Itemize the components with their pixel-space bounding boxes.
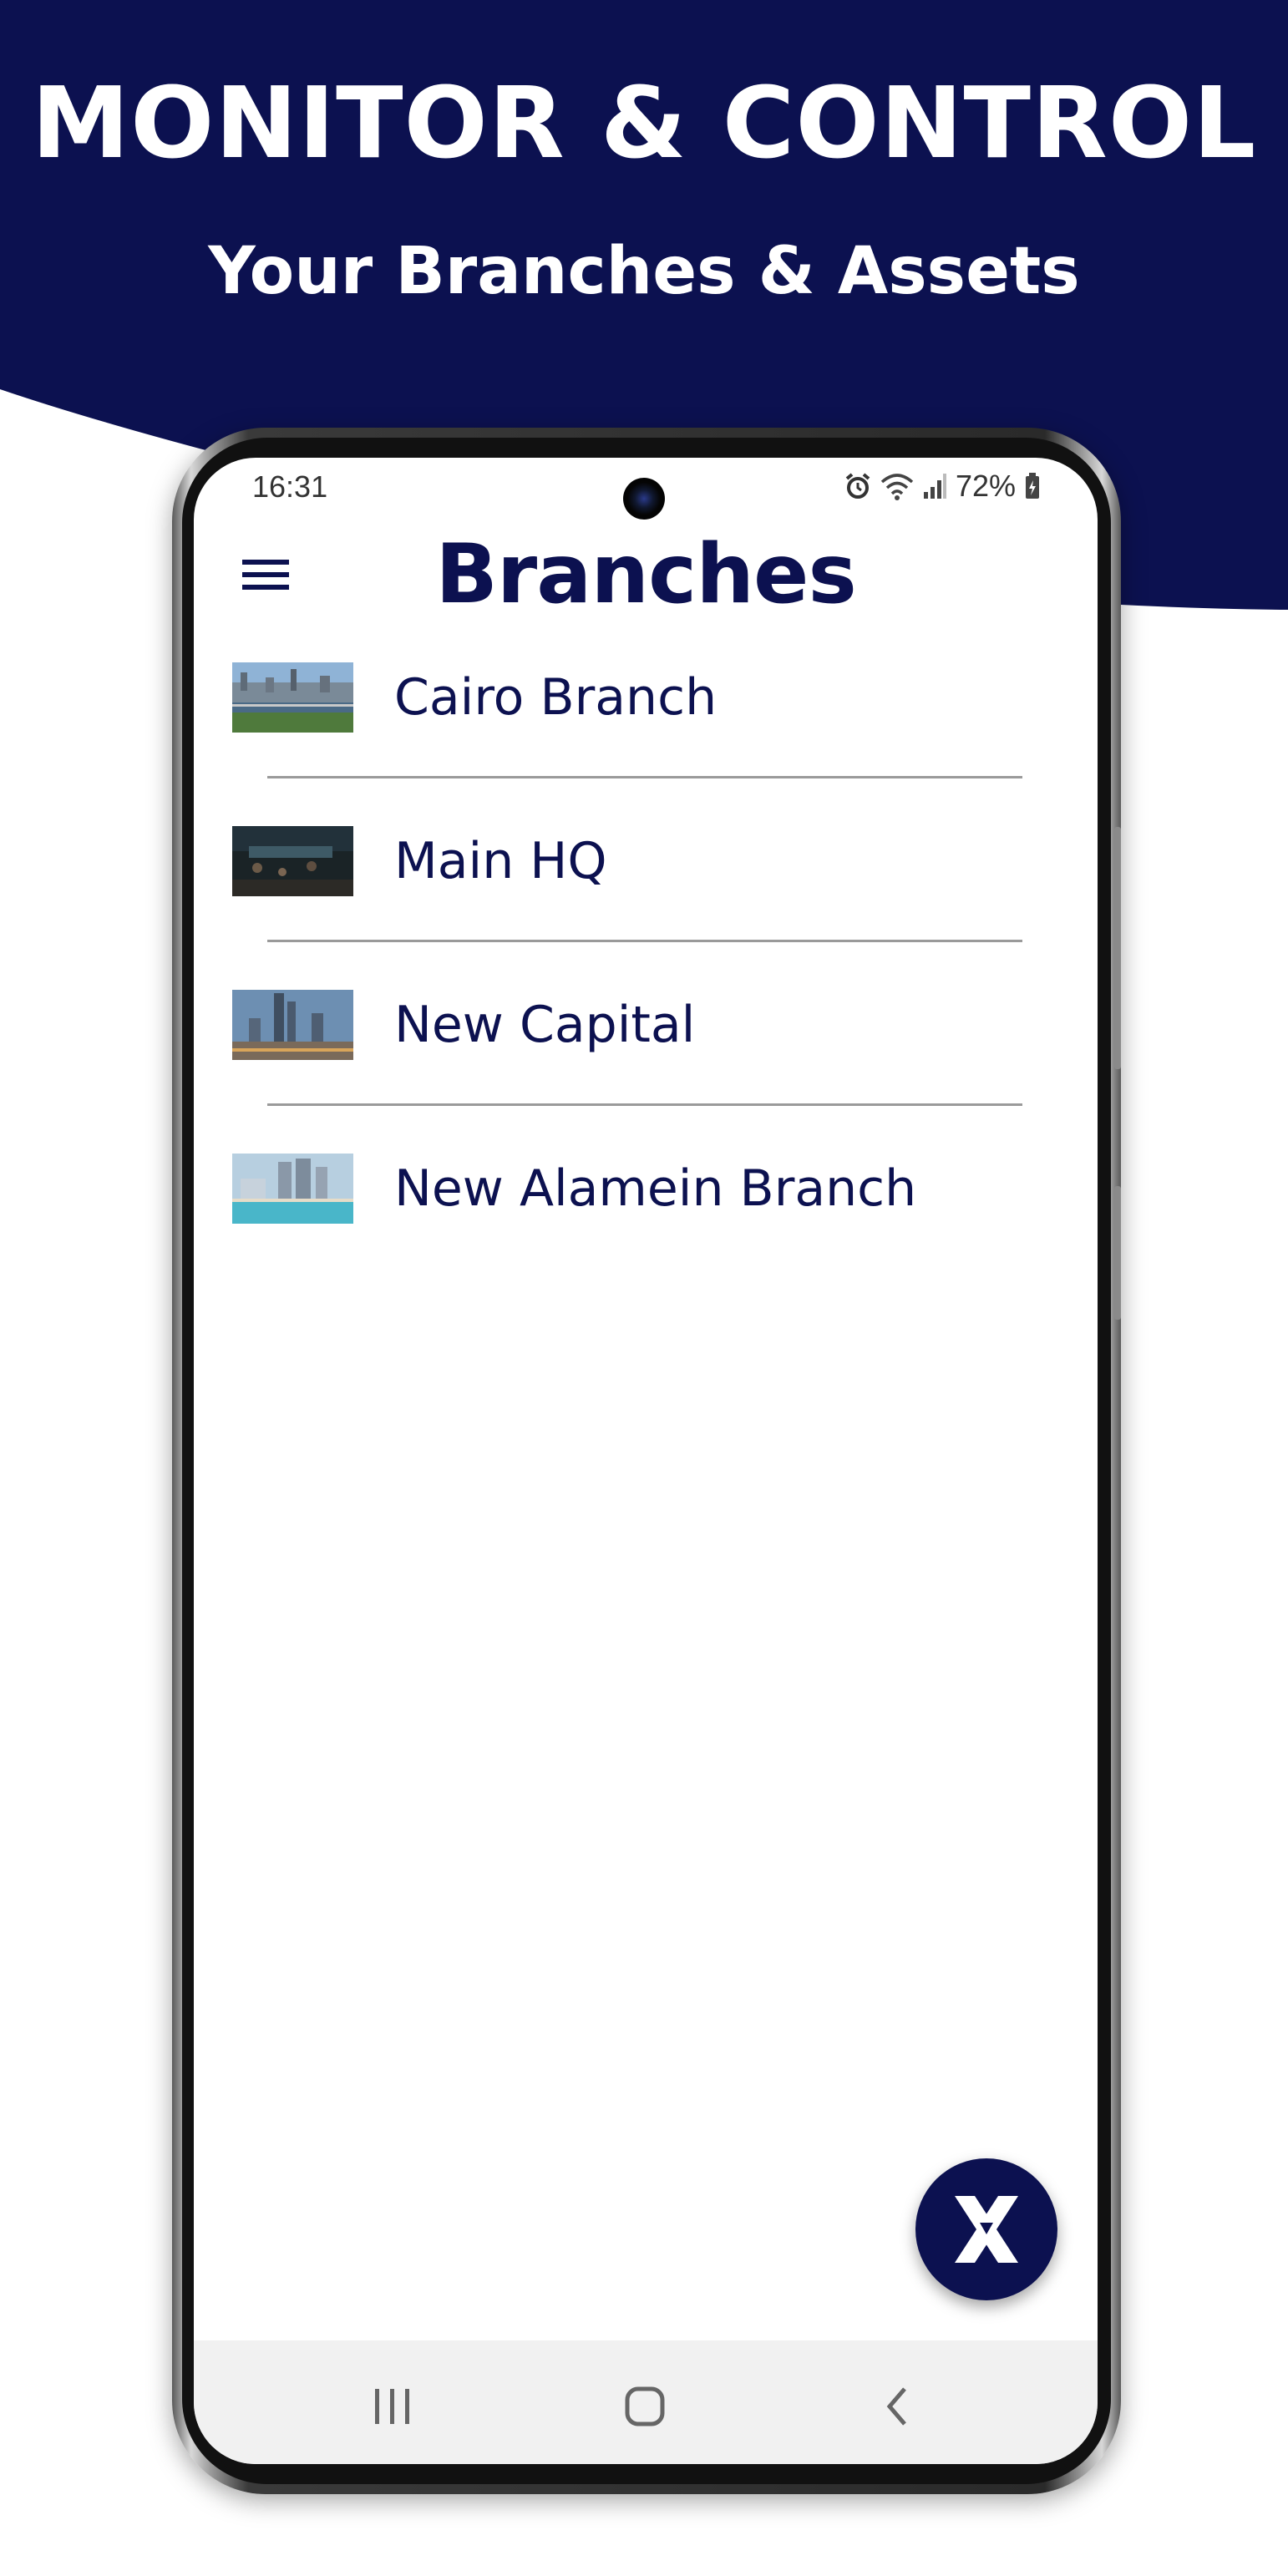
navigation-bar	[194, 2340, 1098, 2464]
battery-icon	[1026, 473, 1039, 499]
branch-name: New Capital	[394, 996, 696, 1054]
list-divider	[267, 1103, 1022, 1106]
list-divider	[267, 940, 1022, 942]
branch-name: Main HQ	[394, 832, 607, 890]
coastal-towers-image	[232, 1154, 353, 1224]
status-time: 16:31	[252, 469, 328, 504]
signal-icon	[923, 474, 946, 499]
x-logo-icon	[955, 2196, 1018, 2263]
fab-button[interactable]	[915, 2158, 1057, 2300]
promo-subtitle: Your Branches & Assets	[208, 234, 1080, 309]
hamburger-menu-icon	[242, 560, 289, 590]
list-item[interactable]: Cairo Branch	[194, 662, 1098, 826]
night-office-interior-image	[232, 826, 353, 896]
home-icon	[625, 2386, 665, 2426]
branch-name: New Alamein Branch	[394, 1159, 917, 1218]
list-item[interactable]: Main HQ	[194, 826, 1098, 990]
phone-screen: 16:31 72% Branches Cairo Branch Main HQ …	[194, 458, 1098, 2464]
phone-power-button	[1114, 1186, 1121, 1320]
alarm-icon	[845, 473, 870, 499]
wifi-icon	[880, 474, 914, 500]
list-item[interactable]: New Capital	[194, 990, 1098, 1154]
branch-list: Cairo Branch Main HQ New Capital New Ala…	[194, 662, 1098, 1317]
status-bar: 16:31 72%	[194, 458, 1098, 520]
menu-button[interactable]	[239, 548, 292, 601]
list-item[interactable]: New Alamein Branch	[194, 1154, 1098, 1317]
recents-icon	[375, 2389, 409, 2424]
front-camera	[623, 478, 665, 520]
home-button[interactable]	[611, 2377, 678, 2436]
battery-percentage: 72%	[955, 469, 1016, 503]
promo-title: MONITOR & CONTROL	[31, 65, 1257, 180]
back-icon	[886, 2387, 906, 2426]
branch-name: Cairo Branch	[394, 668, 718, 727]
recents-button[interactable]	[359, 2377, 426, 2436]
page-title: Branches	[435, 527, 857, 622]
back-button[interactable]	[864, 2377, 931, 2436]
status-icons: 72%	[844, 468, 1041, 505]
skyscraper-towers-image	[232, 990, 353, 1060]
phone-volume-button	[1114, 827, 1121, 1069]
list-divider	[267, 776, 1022, 778]
city-river-skyline-image	[232, 662, 353, 733]
app-bar: Branches	[194, 516, 1098, 633]
